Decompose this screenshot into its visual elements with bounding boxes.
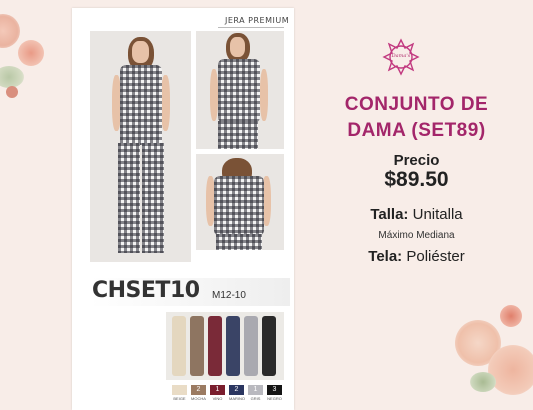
product-code: CHSET10 — [92, 278, 200, 303]
fabric-spec: Tela: Poliéster — [300, 248, 533, 265]
swatch-beige: BEIGE — [172, 385, 187, 402]
product-title-line1: CONJUNTO DE — [344, 94, 489, 115]
size-spec: Talla: Unitalla — [300, 206, 533, 223]
model-photo-front — [90, 31, 191, 262]
price-value: $89.50 — [384, 168, 449, 191]
size-label: Talla: — [370, 206, 409, 223]
product-title-line2: DAMA (SET89) — [347, 120, 486, 141]
model-photo-back — [196, 154, 284, 250]
swatch-gris: 1 GRIS — [248, 385, 263, 402]
swatch-negro: 3 NEGRO — [267, 385, 282, 401]
swatch-mocha: 2 MOCHA — [191, 385, 206, 401]
logo-text: Dama's — [391, 53, 411, 59]
size-note: Máximo Mediana — [378, 230, 455, 241]
model-photo-side — [196, 31, 284, 149]
price-label: Precio — [393, 152, 440, 169]
brand-label: JERA PREMIUM — [225, 16, 290, 25]
fabric-value: Poliéster — [406, 248, 465, 265]
color-variants-photo — [166, 312, 284, 380]
fabric-label: Tela: — [368, 248, 403, 265]
swatch-vino: 1 VINO — [210, 385, 225, 402]
brand-underline — [218, 27, 284, 28]
product-size-code: M12-10 — [212, 290, 246, 301]
color-swatches: BEIGE 2 MOCHA 1 VINO 2 MARINO 1 GRIS 3 N… — [168, 385, 288, 410]
size-value: Unitalla — [412, 206, 463, 223]
swatch-marino: 2 MARINO — [229, 385, 245, 401]
